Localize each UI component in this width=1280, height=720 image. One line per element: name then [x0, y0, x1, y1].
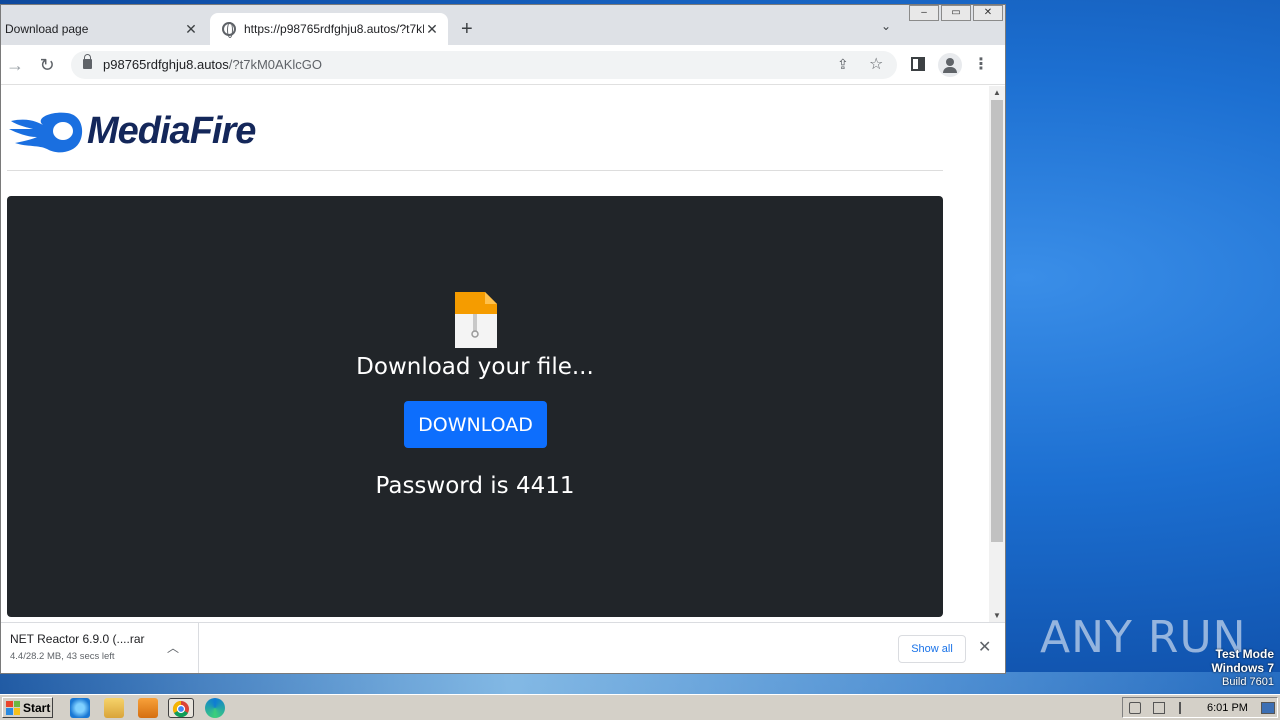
start-label: Start: [23, 700, 51, 715]
media-player-icon[interactable]: [138, 698, 158, 718]
lock-icon[interactable]: [83, 54, 92, 69]
chevron-up-icon[interactable]: ︿: [167, 639, 179, 656]
download-heading: Download your file...: [356, 354, 594, 380]
reload-icon[interactable]: ↻: [37, 55, 57, 75]
show-all-button[interactable]: Show all: [898, 635, 966, 663]
tab-title: https://p98765rdfghju8.autos/?t7kM: [244, 22, 424, 36]
zip-file-icon: [455, 292, 497, 348]
close-window-button[interactable]: ✕: [973, 5, 1003, 21]
scrollbar-thumb[interactable]: [991, 100, 1003, 542]
browser-window: Download page ✕ https://p98765rdfghju8.a…: [0, 4, 1006, 674]
mediafire-logo[interactable]: MediaFire: [9, 110, 256, 153]
profile-avatar-icon[interactable]: [938, 53, 962, 77]
share-icon[interactable]: ⇪: [837, 56, 849, 73]
scroll-down-arrow-icon[interactable]: ▼: [993, 611, 1001, 620]
scroll-up-arrow-icon[interactable]: ▲: [993, 88, 1001, 97]
download-shelf: NET Reactor 6.9.0 (....rar 4.4/28.2 MB, …: [1, 622, 1005, 673]
volume-icon[interactable]: [1129, 702, 1141, 714]
window-controls: – ▭ ✕: [909, 5, 1005, 21]
tab-strip: Download page ✕ https://p98765rdfghju8.a…: [1, 5, 1005, 45]
browser-toolbar: → ↻ p98765rdfghju8.autos/?t7kM0AKlcGO ⇪ …: [1, 45, 1005, 85]
page-viewport: MediaFire Download your file... DOWNLOAD…: [1, 86, 989, 622]
new-tab-button[interactable]: +: [461, 19, 473, 39]
minimize-button[interactable]: –: [909, 5, 939, 21]
maximize-button[interactable]: ▭: [941, 5, 971, 21]
download-item[interactable]: NET Reactor 6.9.0 (....rar 4.4/28.2 MB, …: [1, 623, 199, 673]
tab-active-site[interactable]: https://p98765rdfghju8.autos/?t7kM ✕: [210, 13, 448, 45]
chrome-logo-icon: [172, 700, 189, 718]
address-bar[interactable]: p98765rdfghju8.autos/?t7kM0AKlcGO ⇪ ☆: [71, 51, 897, 79]
tab-title: Download page: [5, 22, 89, 36]
logo-wordmark: MediaFire: [87, 110, 256, 152]
url-path: /?t7kM0AKlcGO: [228, 57, 322, 72]
header-divider: [7, 170, 943, 171]
close-icon[interactable]: ✕: [978, 640, 991, 656]
test-mode-line: Test Mode: [1215, 647, 1274, 661]
build-line: Build 7601: [1222, 676, 1274, 688]
start-button[interactable]: Start: [2, 697, 53, 718]
page-scrollbar[interactable]: ▲ ▼: [989, 86, 1005, 622]
windows-logo-icon: [6, 700, 20, 715]
flame-logo-icon: [9, 112, 83, 152]
download-progress-text: 4.4/28.2 MB, 43 secs left: [10, 651, 115, 662]
chrome-icon[interactable]: [168, 698, 194, 718]
edge-icon[interactable]: [205, 698, 225, 718]
system-tray: 6:01 PM: [1122, 697, 1278, 718]
bookmark-star-icon[interactable]: ☆: [869, 54, 883, 74]
globe-icon: [222, 22, 236, 38]
show-desktop-icon[interactable]: [1261, 702, 1275, 714]
taskbar: Start 6:01 PM: [0, 694, 1280, 720]
url-host: p98765rdfghju8.autos: [103, 57, 229, 72]
os-version-line: Windows 7: [1211, 661, 1274, 675]
forward-arrow-icon[interactable]: →: [5, 55, 25, 75]
menu-kebab-icon[interactable]: ⋮: [973, 55, 989, 75]
clock[interactable]: 6:01 PM: [1207, 702, 1248, 714]
close-icon[interactable]: ✕: [183, 21, 199, 37]
explorer-icon[interactable]: [104, 698, 124, 718]
network-icon[interactable]: [1153, 702, 1165, 714]
action-center-flag-icon[interactable]: [1179, 702, 1191, 714]
download-panel: Download your file... DOWNLOAD Password …: [7, 196, 943, 617]
tab-search-chevron-icon[interactable]: ⌄: [881, 19, 891, 33]
download-filename: NET Reactor 6.9.0 (....rar: [10, 632, 145, 646]
password-text: Password is 4411: [375, 473, 575, 499]
download-button[interactable]: DOWNLOAD: [404, 401, 547, 448]
ie-icon[interactable]: [70, 698, 90, 718]
tab-download-page[interactable]: Download page ✕: [1, 13, 207, 45]
url-text: p98765rdfghju8.autos/?t7kM0AKlcGO: [103, 57, 322, 72]
close-icon[interactable]: ✕: [424, 21, 440, 37]
wallpaper-streak: [0, 672, 1280, 694]
test-mode-label: Test Mode Windows 7 Build 7601: [1211, 647, 1274, 689]
side-panel-icon[interactable]: [911, 57, 925, 71]
